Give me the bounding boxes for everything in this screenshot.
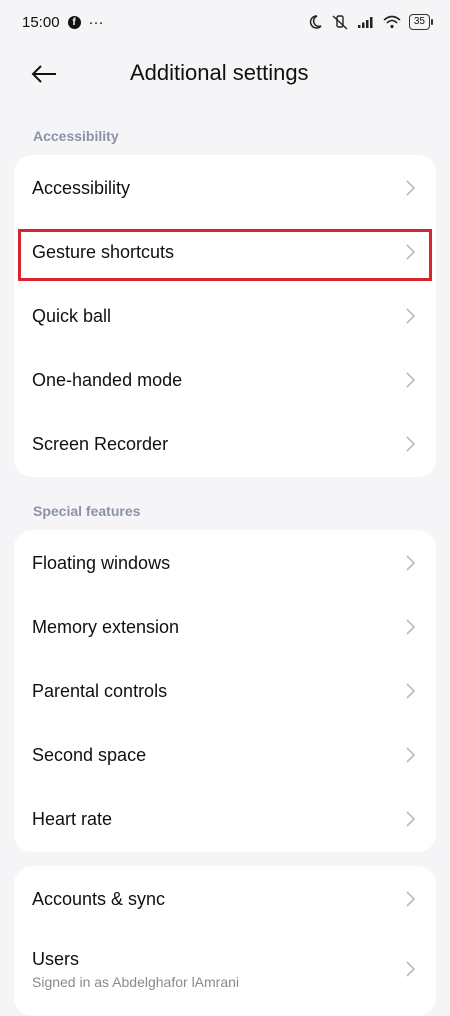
item-label: Accessibility	[32, 177, 131, 198]
item-label: Quick ball	[32, 305, 112, 326]
chevron-right-icon	[406, 372, 416, 388]
chevron-right-icon	[406, 180, 416, 196]
settings-item-heart-rate[interactable]: Heart rate	[14, 787, 436, 851]
chevron-right-icon	[406, 244, 416, 260]
settings-item-accessibility[interactable]: Accessibility	[14, 156, 436, 220]
settings-item-accounts-sync[interactable]: Accounts & sync	[14, 867, 436, 931]
item-label: Users	[32, 948, 80, 969]
chevron-right-icon	[406, 308, 416, 324]
settings-item-quick-ball[interactable]: Quick ball	[14, 284, 436, 348]
item-label: Memory extension	[32, 616, 180, 637]
back-arrow-icon	[31, 65, 56, 83]
accessibility-card: Accessibility Gesture shortcuts Quick ba…	[14, 155, 436, 477]
chevron-right-icon	[406, 555, 416, 571]
chevron-right-icon	[406, 961, 416, 977]
facebook-icon: f	[67, 15, 81, 29]
settings-item-users[interactable]: Users Signed in as Abdelghafor lAmrani	[14, 931, 436, 1007]
chevron-right-icon	[406, 683, 416, 699]
chevron-right-icon	[406, 747, 416, 763]
accounts-card: Accounts & sync Users Signed in as Abdel…	[14, 866, 436, 1016]
section-label-accessibility: Accessibility	[33, 128, 119, 144]
section-label-special-features: Special features	[33, 503, 141, 519]
moon-icon	[309, 15, 322, 29]
special-features-card: Floating windows Memory extension Parent…	[14, 530, 436, 852]
item-label: Accounts & sync	[32, 888, 166, 909]
page-title: Additional settings	[130, 60, 309, 85]
wifi-icon	[383, 15, 401, 29]
settings-item-memory-extension[interactable]: Memory extension	[14, 595, 436, 659]
back-button[interactable]	[30, 58, 62, 90]
item-subtitle: Signed in as Abdelghafor lAmrani	[32, 973, 240, 990]
settings-item-one-handed-mode[interactable]: One-handed mode	[14, 348, 436, 412]
more-notifications-icon: ···	[88, 13, 104, 31]
item-label: One-handed mode	[32, 369, 183, 390]
item-label: Gesture shortcuts	[32, 241, 175, 262]
settings-item-gesture-shortcuts[interactable]: Gesture shortcuts	[14, 220, 436, 284]
item-label: Floating windows	[32, 552, 171, 573]
item-label: Heart rate	[32, 808, 113, 829]
status-time: 15:00	[22, 13, 60, 31]
settings-item-second-space[interactable]: Second space	[14, 723, 436, 787]
item-label: Screen Recorder	[32, 433, 169, 454]
item-label: Parental controls	[32, 680, 168, 701]
chevron-right-icon	[406, 619, 416, 635]
signal-icon	[357, 17, 373, 28]
settings-item-screen-recorder[interactable]: Screen Recorder	[14, 412, 436, 476]
chevron-right-icon	[406, 811, 416, 827]
chevron-right-icon	[406, 436, 416, 452]
item-label: Second space	[32, 744, 147, 765]
settings-item-floating-windows[interactable]: Floating windows	[14, 531, 436, 595]
chevron-right-icon	[406, 891, 416, 907]
silent-icon	[332, 15, 348, 30]
settings-item-parental-controls[interactable]: Parental controls	[14, 659, 436, 723]
battery-indicator: 35	[408, 14, 434, 30]
header: Additional settings	[0, 44, 450, 104]
status-bar: 15:00 f ··· 35	[0, 0, 450, 44]
